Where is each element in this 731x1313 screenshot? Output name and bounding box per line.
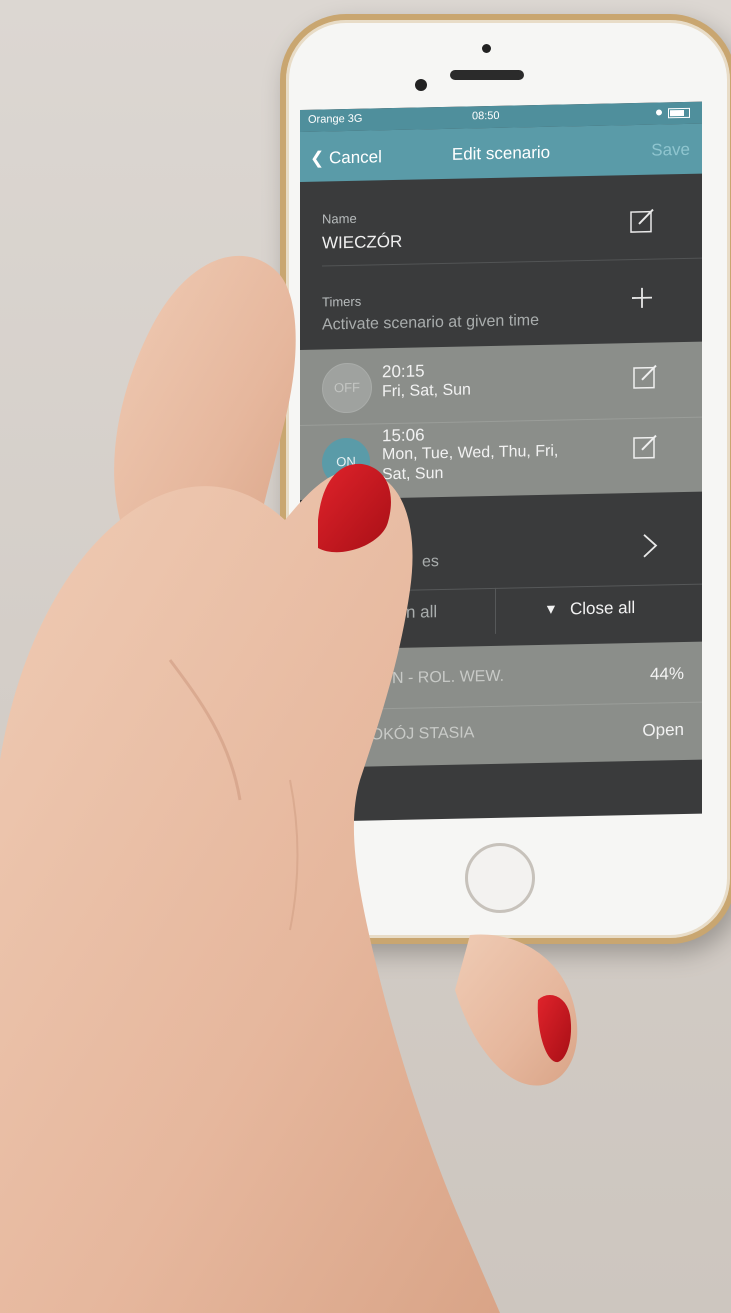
hand	[0, 255, 578, 1313]
